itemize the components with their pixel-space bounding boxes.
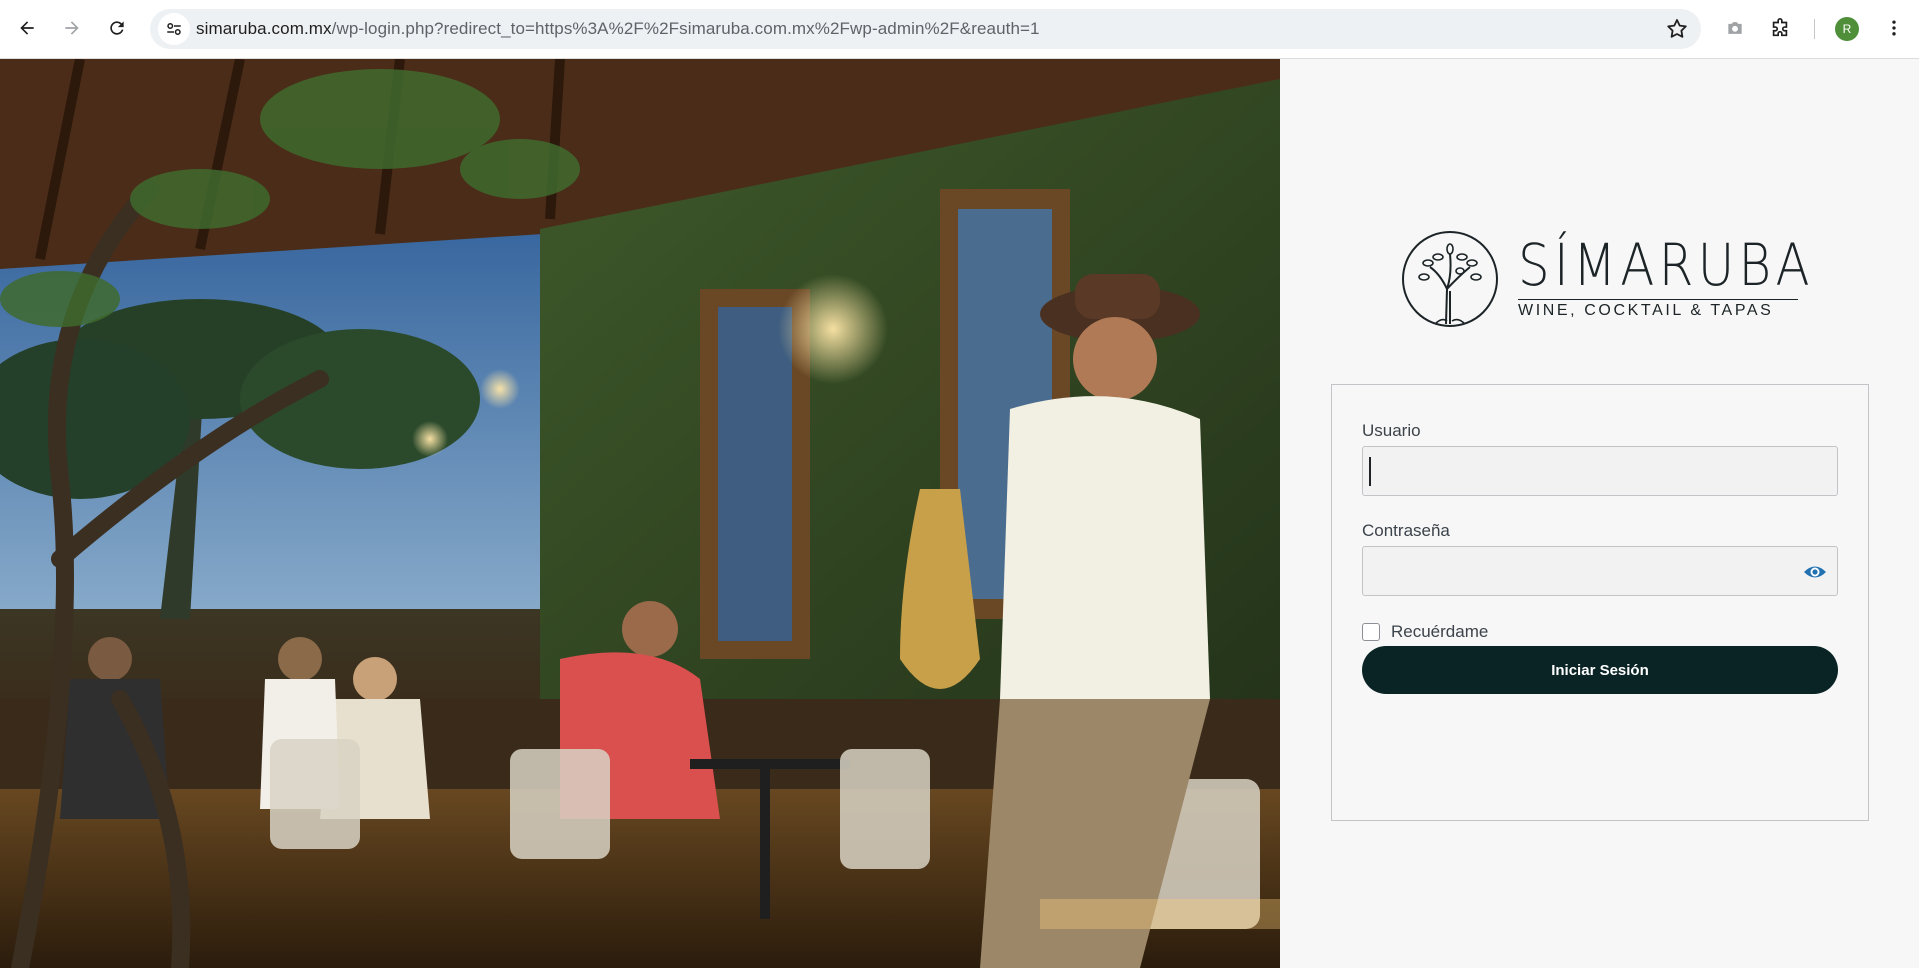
browser-menu-button[interactable] [1880,14,1908,42]
address-bar[interactable]: simaruba.com.mx/wp-login.php?redirect_to… [150,9,1701,49]
reload-icon [110,21,124,35]
username-label: Usuario [1362,421,1421,440]
text-cursor [1369,457,1371,486]
url-text[interactable]: simaruba.com.mx/wp-login.php?redirect_to… [196,9,1040,49]
restaurant-scene-illustration [0,59,1280,968]
profile-avatar[interactable]: R [1835,17,1859,41]
back-arrow-icon [20,21,34,35]
username-input[interactable] [1362,446,1838,496]
forward-arrow-icon [65,21,79,35]
login-form: Usuario Contraseña Recuérdame Iniciar Se… [1331,384,1869,821]
bookmark-star-icon[interactable] [1665,17,1689,41]
forward-button[interactable] [56,12,88,44]
logo-rule [1518,299,1798,300]
camera-icon [1728,22,1742,34]
back-button[interactable] [11,12,43,44]
browser-toolbar: simaruba.com.mx/wp-login.php?redirect_to… [0,0,1919,59]
remember-me-label[interactable]: Recuérdame [1391,622,1488,642]
extensions-icon [1772,18,1788,37]
site-settings-icon [167,23,181,35]
logo-tree-emblem-icon [1402,231,1498,327]
login-submit-button[interactable]: Iniciar Sesión [1362,646,1838,694]
kebab-menu-icon [1892,20,1896,36]
url-host: simaruba.com.mx [196,19,332,38]
show-password-eye-icon[interactable] [1803,562,1827,582]
extensions-button[interactable] [1766,14,1794,42]
password-input[interactable] [1362,546,1838,596]
screenshot-button[interactable] [1721,14,1749,42]
brand-tagline: WINE, COCKTAIL & TAPAS [1518,302,1774,319]
hero-photo [0,59,1280,968]
reload-button[interactable] [101,12,133,44]
brand-name: SÍMARUBA [1518,231,1814,299]
remember-me-row[interactable]: Recuérdame [1362,621,1488,643]
brand-logo[interactable]: SÍMARUBA WINE, COCKTAIL & TAPAS [1400,229,1810,329]
remember-me-checkbox[interactable] [1362,623,1380,641]
site-info-button[interactable] [158,13,190,45]
toolbar-divider [1814,19,1815,39]
password-label: Contraseña [1362,521,1450,540]
url-path: /wp-login.php?redirect_to=https%3A%2F%2F… [331,19,1040,38]
login-panel: SÍMARUBA WINE, COCKTAIL & TAPAS Usuario … [1280,59,1919,968]
